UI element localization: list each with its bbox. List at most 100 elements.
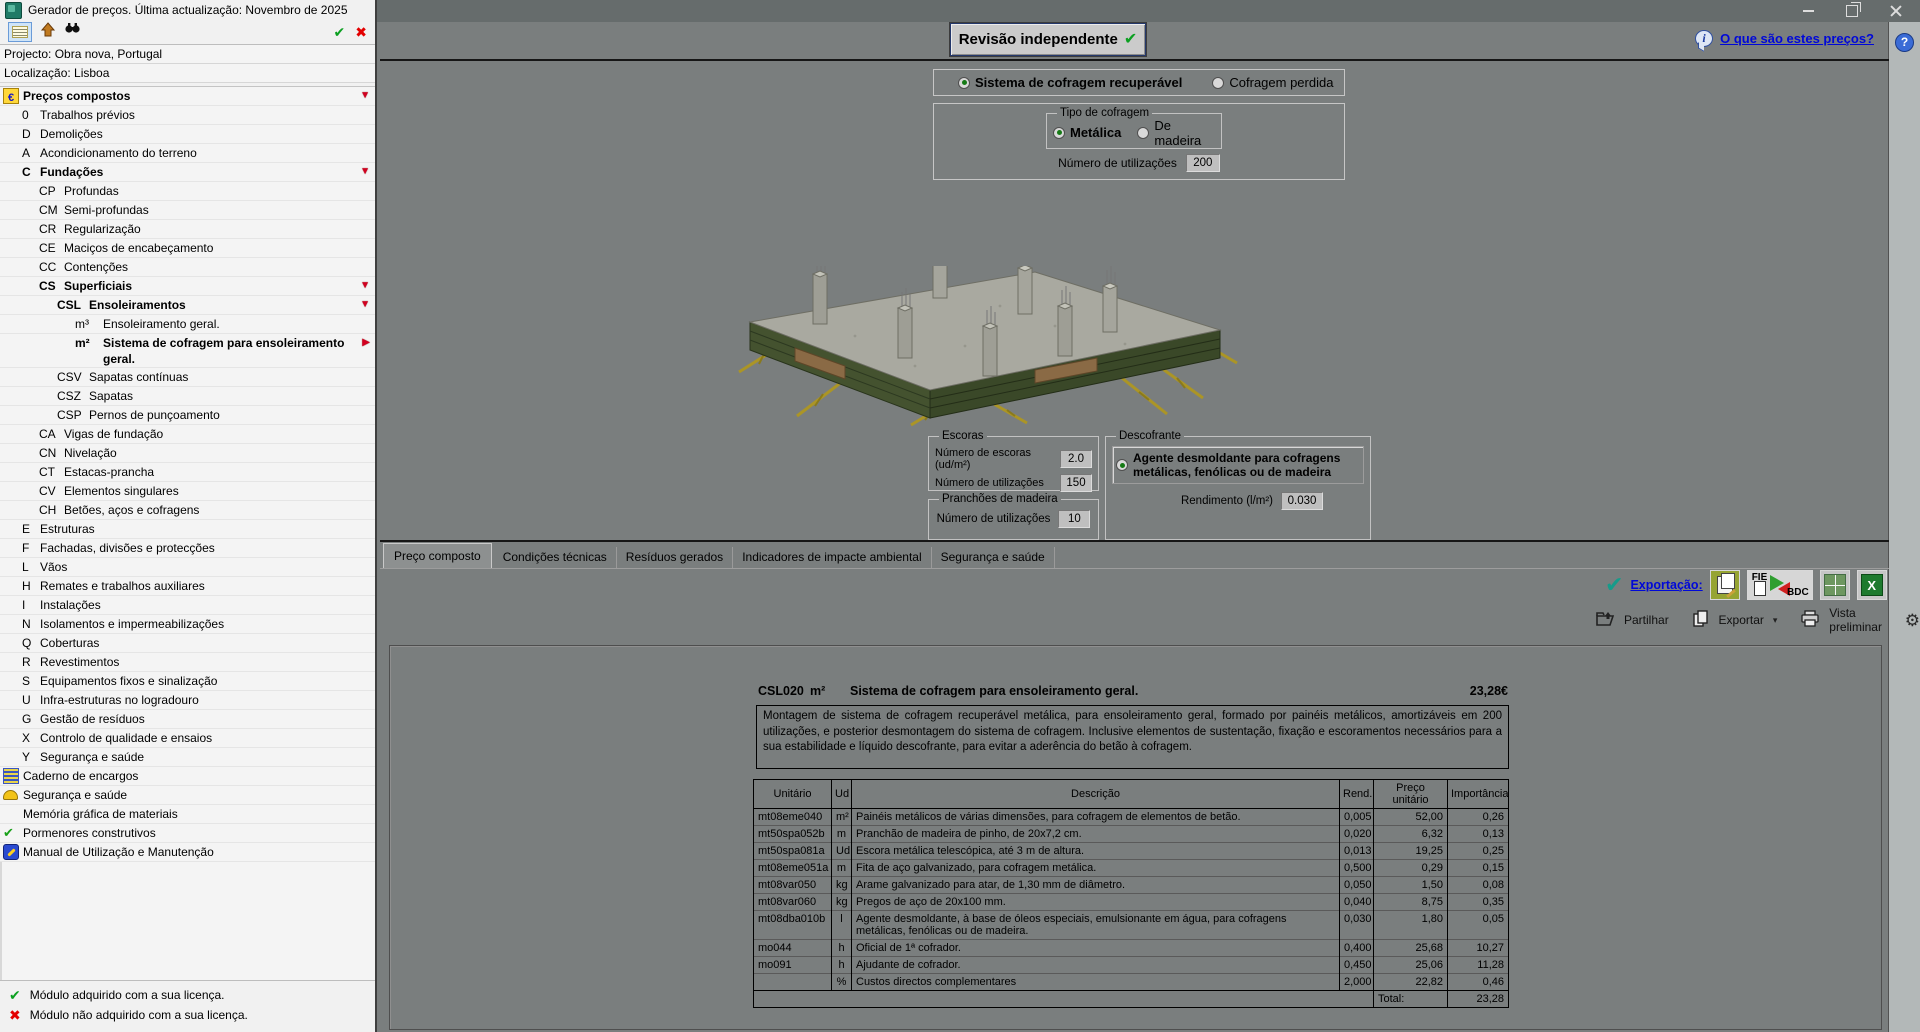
tree-item[interactable]: CT Estacas-prancha bbox=[0, 463, 375, 482]
up-level-icon[interactable] bbox=[40, 21, 56, 43]
radio-label: De madeira bbox=[1154, 117, 1202, 148]
tree-item-label: Semi-profundas bbox=[64, 203, 149, 217]
formwork-system-radio[interactable]: Cofragem perdida bbox=[1212, 75, 1333, 90]
cell-descricao: Painéis metálicos de várias dimensões, p… bbox=[851, 808, 1340, 826]
export-excel-button[interactable]: X bbox=[1856, 570, 1887, 600]
close-button[interactable] bbox=[1874, 0, 1918, 22]
tree-item[interactable]: CE Maciços de encabeçamento bbox=[0, 239, 375, 258]
tree-item[interactable]: L Vãos bbox=[0, 558, 375, 577]
tree-item[interactable]: Preços compostos ▼ bbox=[0, 87, 375, 106]
tree-item[interactable]: S Equipamentos fixos e sinalização bbox=[0, 672, 375, 691]
minimize-button[interactable] bbox=[1786, 0, 1830, 22]
tree-item-marker-icon: ▼ bbox=[360, 166, 370, 177]
tree-item[interactable]: D Demolições bbox=[0, 125, 375, 144]
detail-tab[interactable]: Preço composto bbox=[383, 543, 492, 568]
tree-item[interactable]: Y Segurança e saúde bbox=[0, 748, 375, 767]
license-legend: ✔ Módulo adquirido com a sua licença. ✖ … bbox=[0, 980, 375, 1032]
tree-item[interactable]: F Fachadas, divisões e protecções bbox=[0, 539, 375, 558]
formwork-type-radio[interactable]: Metálica bbox=[1053, 125, 1121, 140]
tree-item[interactable]: Q Coberturas bbox=[0, 634, 375, 653]
tree-item[interactable]: CH Betões, aços e cofragens bbox=[0, 501, 375, 520]
detail-tab[interactable]: Indicadores de impacte ambiental bbox=[733, 547, 932, 568]
formwork-type-group: Tipo de cofragem Metálica De madeira Núm… bbox=[933, 103, 1345, 180]
partilhar-label[interactable]: Partilhar bbox=[1624, 613, 1669, 627]
legend-cross-icon: ✖ bbox=[9, 1007, 21, 1023]
restore-button[interactable] bbox=[1830, 0, 1874, 22]
tree-item-label: Ensoleiramentos bbox=[89, 298, 186, 312]
tree-item[interactable]: X Controlo de qualidade e ensaios bbox=[0, 729, 375, 748]
tree-item[interactable]: Pormenores construtivos bbox=[0, 824, 375, 843]
exportar-dropdown-icon[interactable]: ▾ bbox=[1773, 615, 1778, 626]
what-are-these-prices-link[interactable]: O que são estes preços? bbox=[1720, 31, 1874, 46]
cell-ud: % bbox=[831, 973, 852, 991]
rendimento-input[interactable] bbox=[1281, 492, 1324, 510]
exportar-label[interactable]: Exportar bbox=[1719, 613, 1764, 627]
tree-item[interactable]: I Instalações bbox=[0, 596, 375, 615]
table-row: % Custos directos complementares 2,000 2… bbox=[753, 973, 1509, 991]
project-data-icon[interactable] bbox=[8, 22, 32, 42]
formwork-type-radio[interactable]: De madeira bbox=[1137, 118, 1215, 148]
search-icon[interactable] bbox=[64, 22, 81, 42]
tree-item[interactable]: CSL Ensoleiramentos ▼ bbox=[0, 296, 375, 315]
settings-gear-icon[interactable]: ⚙ bbox=[1905, 612, 1920, 629]
formwork-system-radio[interactable]: Sistema de cofragem recuperável bbox=[958, 75, 1182, 90]
tree-item[interactable]: H Remates e trabalhos auxiliares bbox=[0, 577, 375, 596]
tree-item-icon bbox=[3, 787, 19, 803]
export-arquimedes-button[interactable] bbox=[1709, 570, 1740, 600]
independent-review-button[interactable]: Revisão independente ✔ bbox=[950, 23, 1146, 56]
detail-tab[interactable]: Resíduos gerados bbox=[617, 547, 734, 568]
tree-item[interactable]: CC Contenções bbox=[0, 258, 375, 277]
tree-item[interactable]: CM Semi-profundas bbox=[0, 201, 375, 220]
export-xls-button[interactable] bbox=[1819, 570, 1850, 600]
tree-item[interactable]: CN Nivelação bbox=[0, 444, 375, 463]
tree-item-label: Betões, aços e cofragens bbox=[64, 503, 200, 517]
tree-item[interactable]: N Isolamentos e impermeabilizações bbox=[0, 615, 375, 634]
export-fie-bdc-button[interactable]: FIE BDC bbox=[1746, 570, 1813, 600]
tree-item[interactable]: CR Regularização bbox=[0, 220, 375, 239]
tree-item[interactable]: E Estruturas bbox=[0, 520, 375, 539]
exportacao-link[interactable]: Exportação: bbox=[1630, 578, 1702, 592]
tree-item[interactable]: R Revestimentos bbox=[0, 653, 375, 672]
tree-item[interactable]: 0 Trabalhos prévios bbox=[0, 106, 375, 125]
tree-item[interactable]: CSV Sapatas contínuas bbox=[0, 368, 375, 387]
tree-item[interactable]: CP Profundas bbox=[0, 182, 375, 201]
cell-descricao: Fita de aço galvanizado, para cofragem m… bbox=[851, 859, 1340, 877]
tree-item[interactable]: Caderno de encargos bbox=[0, 767, 375, 786]
app-icon bbox=[5, 1, 22, 19]
tree-item[interactable]: CS Superficiais ▼ bbox=[0, 277, 375, 296]
vista-preliminar-label[interactable]: Vista preliminar bbox=[1829, 606, 1896, 634]
uses-input[interactable] bbox=[1185, 154, 1220, 172]
bdc-label: BDC bbox=[1787, 587, 1809, 598]
field-input[interactable] bbox=[1058, 510, 1091, 528]
cell-unitario: mo091 bbox=[753, 956, 832, 974]
tree-item[interactable]: C Fundações ▼ bbox=[0, 163, 375, 182]
tree-item[interactable]: m² Sistema de cofragem para ensoleiramen… bbox=[0, 334, 375, 368]
tree-item[interactable]: CSP Pernos de punçoamento bbox=[0, 406, 375, 425]
cell-preco: 22,82 bbox=[1373, 973, 1448, 991]
tree-item-code: I bbox=[22, 598, 26, 612]
tree-item[interactable]: CSZ Sapatas bbox=[0, 387, 375, 406]
field-input[interactable] bbox=[1060, 450, 1092, 468]
cancel-icon[interactable]: ✖ bbox=[355, 25, 367, 39]
detail-tab[interactable]: Condições técnicas bbox=[494, 547, 617, 568]
field-input[interactable] bbox=[1060, 474, 1092, 492]
tree-item[interactable]: U Infra-estruturas no logradouro bbox=[0, 691, 375, 710]
descofrante-option[interactable]: Agente desmoldante para cofragens metáli… bbox=[1112, 446, 1364, 484]
tree-item-code: U bbox=[22, 693, 31, 707]
accept-icon[interactable]: ✔ bbox=[334, 25, 346, 39]
help-button[interactable]: ? bbox=[1895, 33, 1914, 52]
tree-item[interactable]: Segurança e saúde bbox=[0, 786, 375, 805]
tree-item-code: CN bbox=[39, 446, 57, 460]
tree-item-label: Estruturas bbox=[40, 522, 95, 536]
export-check-icon: ✔ bbox=[1605, 572, 1624, 597]
tree-item[interactable]: Memória gráfica de materiais bbox=[0, 805, 375, 824]
tree-item[interactable]: m³ Ensoleiramento geral. bbox=[0, 315, 375, 334]
cell-importancia: 0,26 bbox=[1447, 808, 1509, 826]
tree-item[interactable]: A Acondicionamento do terreno bbox=[0, 144, 375, 163]
tree-item[interactable]: G Gestão de resíduos bbox=[0, 710, 375, 729]
tree-item[interactable]: CA Vigas de fundação bbox=[0, 425, 375, 444]
detail-tab[interactable]: Segurança e saúde bbox=[932, 547, 1055, 568]
cell-preco: 1,80 bbox=[1373, 910, 1448, 940]
tree-item[interactable]: CV Elementos singulares bbox=[0, 482, 375, 501]
tree-item[interactable]: Manual de Utilização e Manutenção bbox=[0, 843, 375, 862]
